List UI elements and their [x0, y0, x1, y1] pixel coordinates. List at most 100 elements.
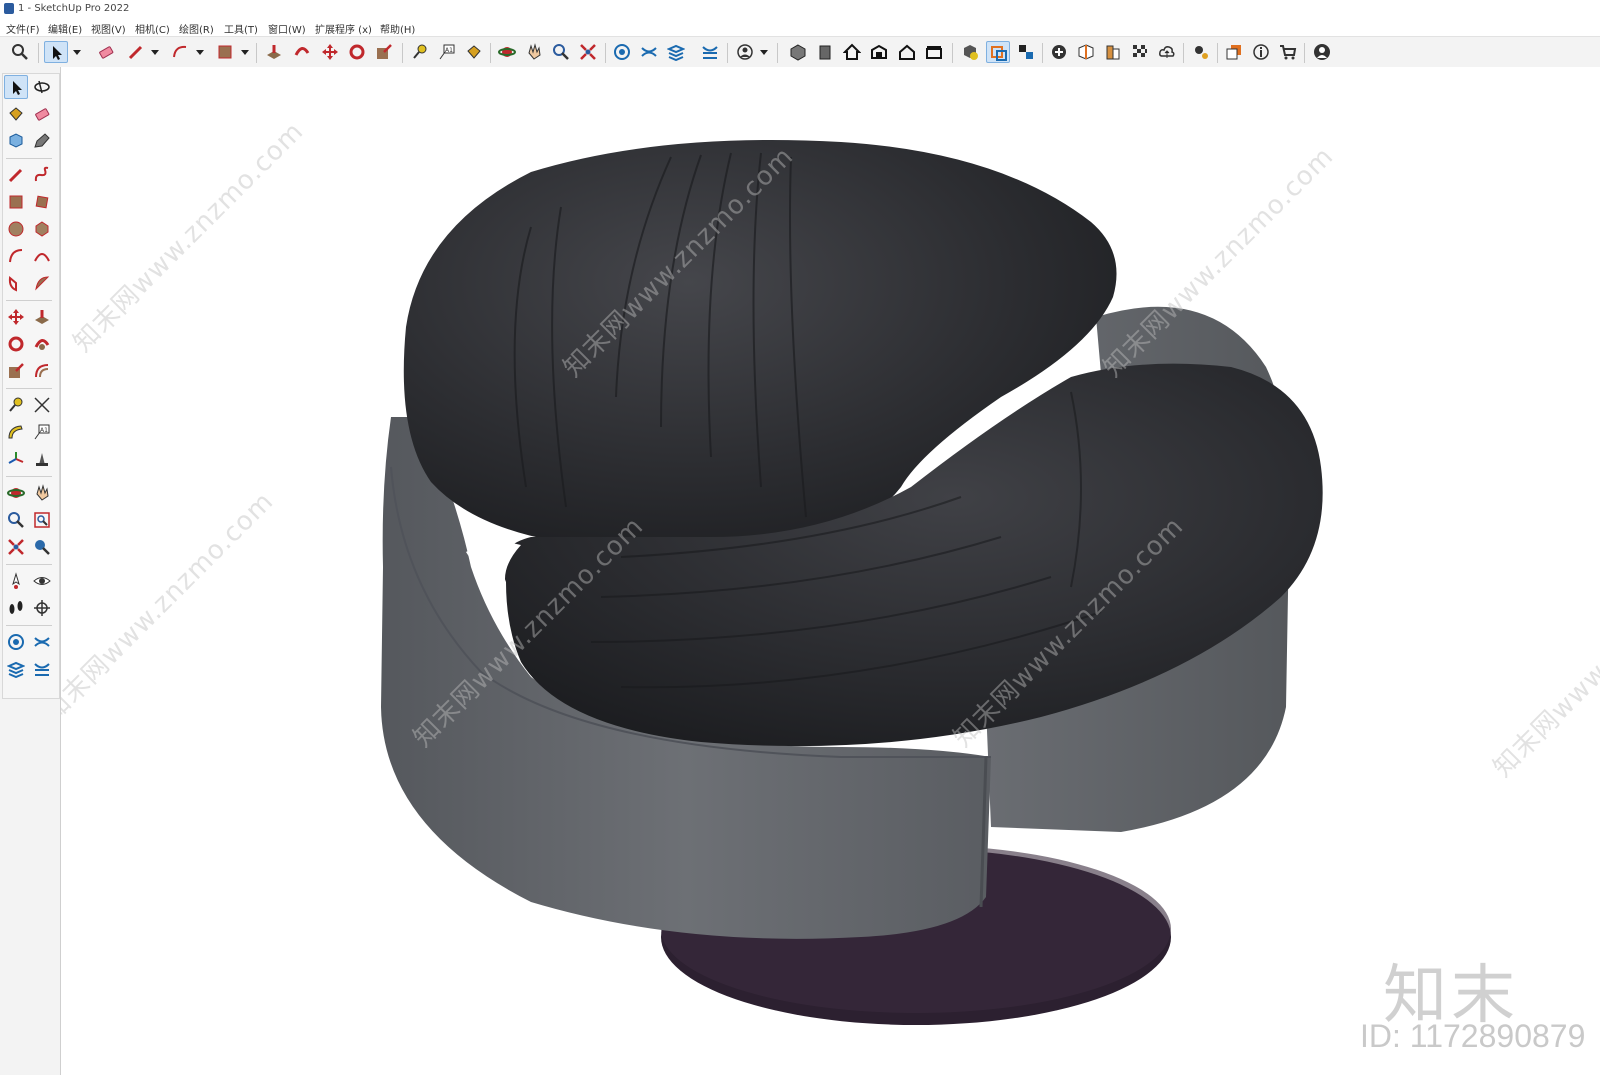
rectangle-dropdown-icon[interactable]	[241, 50, 249, 55]
add-location-icon[interactable]	[1047, 41, 1071, 63]
menu-window[interactable]: 窗口(W)	[268, 21, 306, 36]
menu-tools[interactable]: 工具(T)	[224, 21, 258, 36]
tape-measure-icon[interactable]	[4, 393, 28, 417]
section-plane-icon[interactable]	[986, 41, 1010, 63]
look-around-icon[interactable]	[30, 569, 54, 593]
preferences-icon[interactable]	[1189, 41, 1213, 63]
account-icon[interactable]	[733, 41, 757, 63]
components-icon[interactable]	[958, 41, 982, 63]
sandbox-from-contours-icon[interactable]	[610, 41, 634, 63]
walk-icon[interactable]	[4, 596, 28, 620]
right-view-icon[interactable]	[867, 41, 891, 63]
pan-icon[interactable]	[30, 481, 54, 505]
arc-icon[interactable]	[4, 244, 28, 268]
tag-icon[interactable]	[30, 129, 54, 153]
model-info-icon[interactable]	[1249, 41, 1273, 63]
sandbox-drape-icon[interactable]	[30, 657, 54, 681]
rotate-icon[interactable]	[345, 41, 369, 63]
zoom-tool-icon[interactable]	[549, 41, 573, 63]
sandbox-smoove-icon[interactable]	[30, 630, 54, 654]
sandbox-smoove-icon[interactable]	[637, 41, 661, 63]
section-display-icon[interactable]	[1014, 41, 1038, 63]
menu-view[interactable]: 视图(V)	[91, 21, 126, 36]
2pt-arc-icon[interactable]	[30, 244, 54, 268]
select-icon[interactable]	[4, 75, 28, 99]
rectangle-icon[interactable]	[213, 41, 237, 63]
select-icon[interactable]	[44, 41, 68, 63]
3d-text-icon[interactable]	[30, 447, 54, 471]
arc-dropdown-icon[interactable]	[196, 50, 204, 55]
move-icon[interactable]	[318, 41, 342, 63]
sandbox-contours-icon[interactable]	[4, 630, 28, 654]
freehand-icon[interactable]	[30, 163, 54, 187]
zoom-icon[interactable]	[8, 41, 32, 63]
cloud-upload-icon[interactable]	[1155, 41, 1179, 63]
outliner-icon[interactable]	[1222, 41, 1246, 63]
text-icon[interactable]: A1	[435, 41, 459, 63]
section-plane-icon[interactable]	[30, 596, 54, 620]
protractor-icon[interactable]	[4, 420, 28, 444]
front-view-icon[interactable]	[813, 41, 837, 63]
sandbox-stamp-icon[interactable]	[4, 657, 28, 681]
model-viewport[interactable]: 知末网www.znzmo.com 知末网www.znzmo.com 知末网www…	[61, 67, 1600, 1075]
eraser-icon[interactable]	[94, 41, 118, 63]
zoom-window-icon[interactable]	[30, 508, 54, 532]
eraser-icon[interactable]	[30, 102, 54, 126]
account-dropdown-icon[interactable]	[760, 50, 768, 55]
styles-icon[interactable]	[1074, 41, 1098, 63]
axes-icon[interactable]	[4, 447, 28, 471]
menu-file[interactable]: 文件(F)	[6, 21, 40, 36]
menu-draw[interactable]: 绘图(R)	[179, 21, 214, 36]
dimension-icon[interactable]	[30, 393, 54, 417]
scale-icon[interactable]	[372, 41, 396, 63]
warehouse-icon[interactable]	[1276, 41, 1300, 63]
iso-view-icon[interactable]	[786, 41, 810, 63]
select-dropdown-icon[interactable]	[73, 50, 81, 55]
pie-icon[interactable]	[4, 271, 28, 295]
menu-help[interactable]: 帮助(H)	[380, 21, 415, 36]
scale-icon[interactable]	[4, 359, 28, 383]
pencil-dropdown-icon[interactable]	[151, 50, 159, 55]
position-camera-icon[interactable]	[4, 569, 28, 593]
sketchup-app-icon	[4, 3, 14, 14]
pan-icon[interactable]	[522, 41, 546, 63]
push-pull-icon[interactable]	[262, 41, 286, 63]
paint-bucket-icon[interactable]	[462, 41, 486, 63]
zoom-extents-icon[interactable]	[4, 535, 28, 559]
orbit-icon[interactable]	[30, 75, 54, 99]
sandbox-drape-icon[interactable]	[698, 41, 722, 63]
3pt-arc-icon[interactable]	[30, 271, 54, 295]
follow-me-icon[interactable]	[30, 332, 54, 356]
sandbox-stamp-icon[interactable]	[664, 41, 688, 63]
rotated-rect-icon[interactable]	[30, 190, 54, 214]
previous-view-icon[interactable]	[30, 535, 54, 559]
shadows-icon[interactable]	[1101, 41, 1125, 63]
pencil-icon[interactable]	[4, 163, 28, 187]
arc-icon[interactable]	[168, 41, 192, 63]
menu-extensions[interactable]: 扩展程序 (x)	[315, 21, 372, 36]
paint-bucket-icon[interactable]	[4, 102, 28, 126]
text-icon[interactable]: A1	[30, 420, 54, 444]
component-icon[interactable]	[4, 129, 28, 153]
fog-icon[interactable]	[1128, 41, 1152, 63]
profile-icon[interactable]	[1310, 41, 1334, 63]
offset-icon[interactable]	[30, 359, 54, 383]
move-icon[interactable]	[4, 305, 28, 329]
rotate-icon[interactable]	[4, 332, 28, 356]
menu-edit[interactable]: 编辑(E)	[48, 21, 82, 36]
orbit-icon[interactable]	[495, 41, 519, 63]
home-view-icon[interactable]	[840, 41, 864, 63]
pencil-icon[interactable]	[124, 41, 148, 63]
left-view-icon[interactable]	[922, 41, 946, 63]
menu-camera[interactable]: 相机(C)	[135, 21, 170, 36]
rectangle-icon[interactable]	[4, 190, 28, 214]
tape-measure-icon[interactable]	[408, 41, 432, 63]
follow-me-icon[interactable]	[290, 41, 314, 63]
polygon-icon[interactable]	[30, 217, 54, 241]
orbit-tool-icon[interactable]	[4, 481, 28, 505]
zoom-icon[interactable]	[4, 508, 28, 532]
back-view-icon[interactable]	[895, 41, 919, 63]
circle-icon[interactable]	[4, 217, 28, 241]
zoom-extents-icon[interactable]	[576, 41, 600, 63]
push-pull-icon[interactable]	[30, 305, 54, 329]
